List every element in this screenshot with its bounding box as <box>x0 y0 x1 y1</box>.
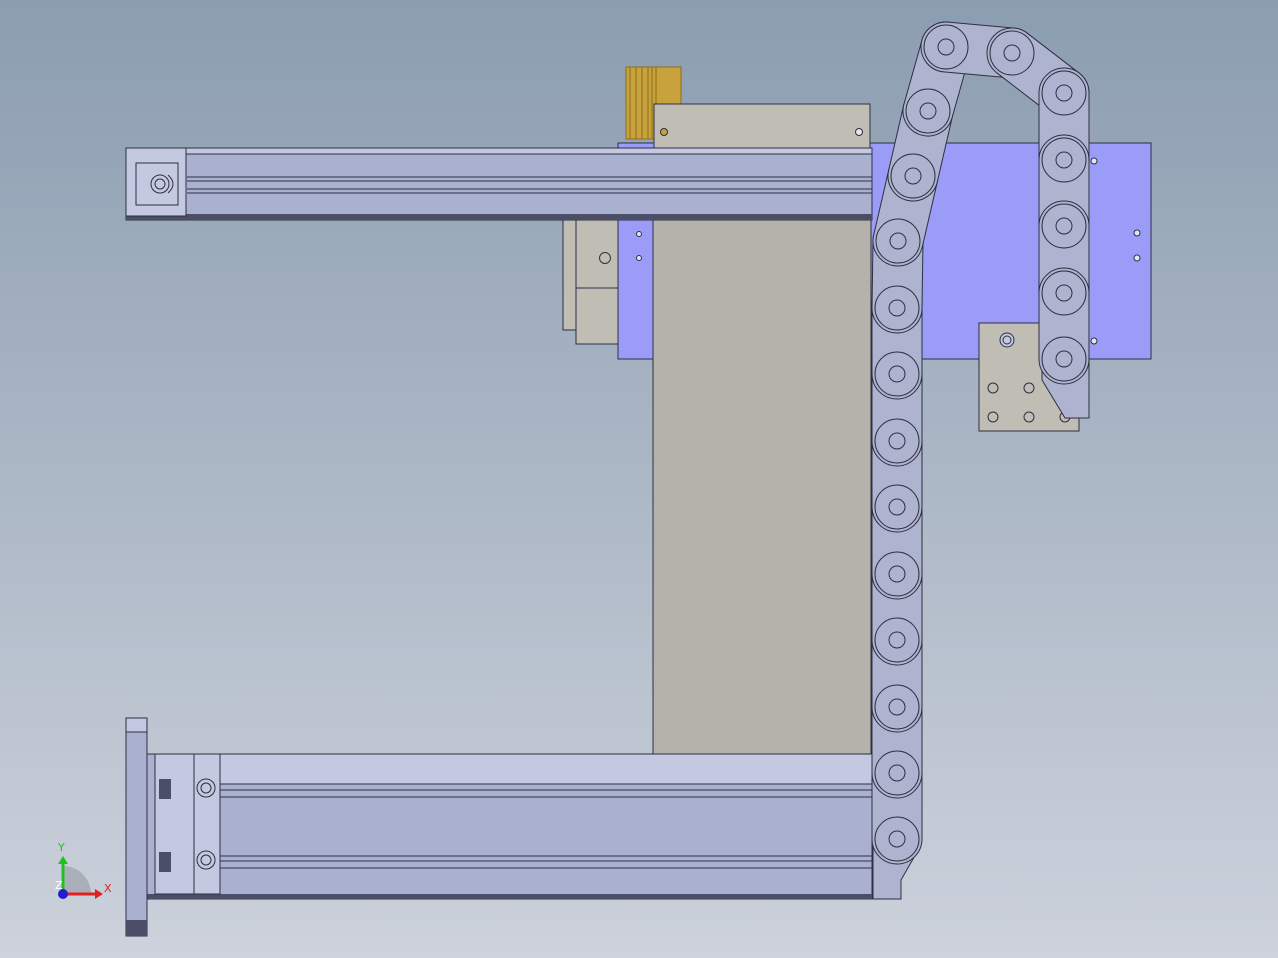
chain-link-knuckle <box>875 218 921 264</box>
cad-viewport[interactable]: X Y Z <box>0 0 1278 958</box>
chain-link-knuckle <box>1041 270 1087 316</box>
chain-link-knuckle <box>905 88 951 134</box>
z-axis-bracket[interactable] <box>562 217 619 345</box>
chain-link-knuckle <box>874 351 920 397</box>
chain-link-knuckle <box>890 153 936 199</box>
vertical-column-plate[interactable] <box>652 214 872 756</box>
chain-link-knuckle <box>1041 137 1087 183</box>
chain-link-knuckle <box>874 684 920 730</box>
model-view[interactable]: X Y Z <box>0 0 1278 958</box>
chain-link-knuckle <box>874 617 920 663</box>
triad-y-label: Y <box>57 841 65 854</box>
chain-link-knuckle <box>874 285 920 331</box>
base-end-plate[interactable] <box>125 717 148 937</box>
triad-x-label: X <box>104 882 112 895</box>
chain-link-knuckle <box>989 30 1035 76</box>
chain-link-knuckle <box>874 418 920 464</box>
triad-z-label: Z <box>55 879 63 892</box>
chain-link-knuckle <box>874 484 920 530</box>
chain-link-knuckle <box>874 750 920 796</box>
base-linear-rail[interactable] <box>146 753 873 900</box>
top-linear-rail[interactable] <box>125 147 873 221</box>
chain-link-knuckle <box>1041 203 1087 249</box>
chain-link-knuckle <box>874 551 920 597</box>
chain-link-knuckle <box>1041 70 1087 116</box>
chain-link-knuckle <box>923 24 969 70</box>
chain-link-knuckle <box>1041 336 1087 382</box>
motor-mount-plate[interactable] <box>653 103 871 149</box>
chain-link-knuckle <box>874 816 920 862</box>
